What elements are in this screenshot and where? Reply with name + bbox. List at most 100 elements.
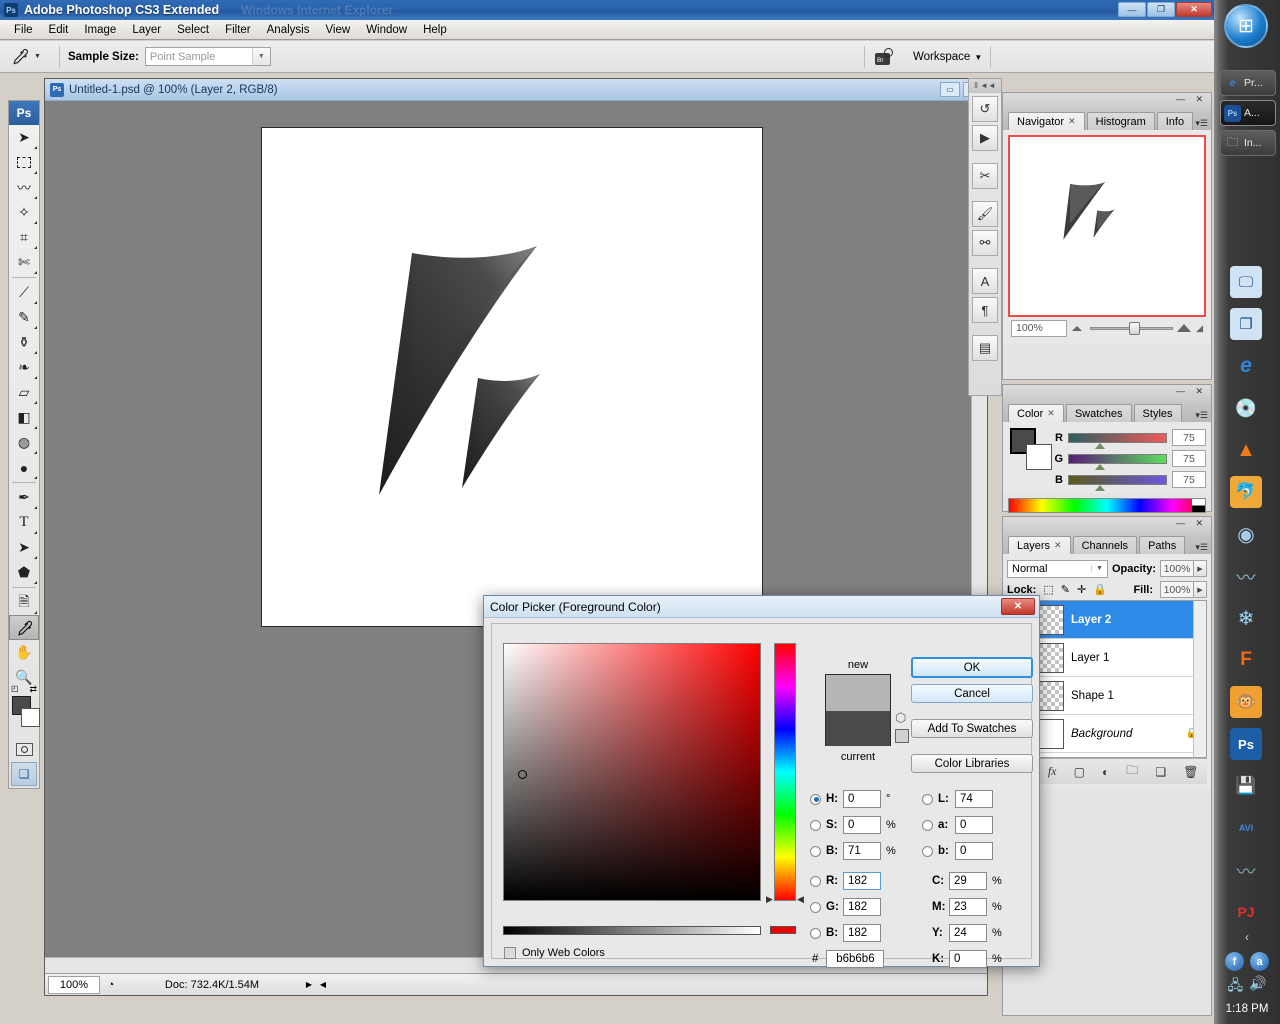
menu-select[interactable]: Select bbox=[169, 22, 217, 38]
blend-mode-select[interactable]: Normal ▼ bbox=[1007, 560, 1108, 578]
hue-input[interactable]: 0 bbox=[843, 790, 881, 808]
start-orb-icon[interactable]: ⊞ bbox=[1224, 4, 1268, 48]
path-selection-tool[interactable]: ➤ bbox=[9, 535, 39, 560]
fill-value[interactable]: 100% bbox=[1160, 581, 1194, 598]
canvas[interactable] bbox=[261, 127, 763, 627]
color-libraries-button[interactable]: Color Libraries bbox=[911, 754, 1033, 773]
tab-styles[interactable]: Styles bbox=[1134, 404, 1182, 422]
only-web-colors-checkbox[interactable] bbox=[504, 947, 516, 959]
lab-b-input[interactable]: 0 bbox=[955, 842, 993, 860]
ok-button[interactable]: OK bbox=[911, 657, 1033, 678]
swap-colors-icon[interactable]: ⇄ bbox=[29, 684, 37, 695]
spectrum-white-black-swatch[interactable] bbox=[1192, 499, 1205, 512]
lab-b-radio[interactable] bbox=[922, 846, 933, 857]
quicklaunch-item[interactable]: Ps bbox=[1227, 726, 1265, 762]
layer-comps-icon[interactable]: ▤ bbox=[972, 335, 998, 361]
tab-channels[interactable]: Channels bbox=[1073, 536, 1137, 554]
opacity-slider-arrow-icon[interactable]: ▶ bbox=[1194, 560, 1207, 577]
color-picker-close-button[interactable]: ✕ bbox=[1001, 598, 1035, 615]
pen-tool[interactable]: ✒ bbox=[9, 485, 39, 510]
layers-scrollbar[interactable] bbox=[1193, 601, 1206, 757]
color-minimize-close-icons[interactable]: — ✕ bbox=[1176, 386, 1207, 397]
menu-view[interactable]: View bbox=[317, 22, 358, 38]
quicklaunch-item[interactable]: ▲ bbox=[1227, 432, 1265, 468]
navigator-thumbnail[interactable] bbox=[1008, 135, 1206, 317]
cmyk-y-input[interactable]: 24 bbox=[949, 924, 987, 942]
close-icon[interactable]: ✕ bbox=[1068, 116, 1076, 127]
quicklaunch-item[interactable]: ❐ bbox=[1227, 306, 1265, 342]
menu-edit[interactable]: Edit bbox=[41, 22, 77, 38]
channel-value-r[interactable]: 75 bbox=[1172, 429, 1206, 446]
new-layer-icon[interactable]: ❏ bbox=[1155, 765, 1166, 779]
rgb-g-input[interactable]: 182 bbox=[843, 898, 881, 916]
color-preview-swatch[interactable] bbox=[825, 674, 891, 746]
workspace-chevron-icon[interactable]: ▼ bbox=[974, 53, 982, 62]
paragraph-icon[interactable]: ¶ bbox=[972, 297, 998, 323]
bridge-icon[interactable]: Br bbox=[873, 47, 899, 67]
tab-layers[interactable]: Layers ✕ bbox=[1008, 536, 1071, 554]
quicklaunch-item[interactable]: F bbox=[1227, 642, 1265, 678]
navigator-minimize-close-icons[interactable]: — ✕ bbox=[1176, 94, 1207, 105]
zoom-out-icon[interactable] bbox=[1072, 326, 1082, 331]
taskbar-button-preview[interactable]: e Pr... bbox=[1220, 70, 1276, 96]
hand-tool[interactable]: ✋ bbox=[9, 640, 39, 665]
healing-brush-tool[interactable]: ⟋ bbox=[9, 280, 39, 305]
taskbar-button-photoshop[interactable]: Ps A... bbox=[1220, 100, 1276, 126]
menu-window[interactable]: Window bbox=[358, 22, 415, 38]
document-info-icon[interactable]: ◔ bbox=[100, 976, 122, 994]
navigator-zoom-field[interactable]: 100% bbox=[1011, 320, 1067, 337]
menu-file[interactable]: File bbox=[6, 22, 41, 38]
cancel-button[interactable]: Cancel bbox=[911, 684, 1033, 703]
zoom-in-icon[interactable] bbox=[1177, 324, 1191, 332]
magic-wand-tool[interactable]: ✧ bbox=[9, 200, 39, 225]
adjustment-layer-icon[interactable]: ◐ bbox=[1102, 765, 1109, 779]
close-icon[interactable]: ✕ bbox=[1054, 540, 1062, 551]
opacity-value[interactable]: 100% bbox=[1160, 560, 1194, 577]
rgb-r-input[interactable]: 182 bbox=[843, 872, 881, 890]
hue-radio[interactable] bbox=[810, 794, 821, 805]
slice-tool[interactable]: ✄ bbox=[9, 250, 39, 275]
marquee-tool[interactable] bbox=[9, 150, 39, 175]
resize-grip-icon[interactable]: ◢ bbox=[1196, 323, 1203, 334]
background-color-swatch[interactable] bbox=[21, 708, 40, 727]
lab-a-input[interactable]: 0 bbox=[955, 816, 993, 834]
only-web-colors-group[interactable]: Only Web Colors bbox=[504, 947, 605, 959]
channel-slider-b[interactable] bbox=[1068, 475, 1167, 485]
rgb-b-input[interactable]: 182 bbox=[843, 924, 881, 942]
taskbar-button-folder[interactable]: 🗀 In... bbox=[1220, 130, 1276, 156]
chevron-down-icon[interactable]: ▼ bbox=[1091, 565, 1107, 572]
channel-value-b[interactable]: 75 bbox=[1172, 471, 1206, 488]
close-button[interactable]: ✕ bbox=[1176, 2, 1212, 17]
actions-icon[interactable]: ▶ bbox=[972, 125, 998, 151]
quicklaunch-item[interactable]: 〰 bbox=[1227, 558, 1265, 594]
cmyk-k-input[interactable]: 0 bbox=[949, 950, 987, 968]
gamut-warning-icon[interactable]: ⬡ bbox=[895, 710, 906, 726]
cmyk-m-input[interactable]: 23 bbox=[949, 898, 987, 916]
volume-icon[interactable]: 🔊 bbox=[1249, 975, 1266, 999]
lasso-tool[interactable]: 〰 bbox=[9, 175, 39, 200]
default-colors-icon[interactable]: ◰ bbox=[11, 684, 19, 693]
status-expand-icon[interactable]: ▶ bbox=[302, 976, 316, 994]
brightness-radio[interactable] bbox=[810, 846, 821, 857]
eraser-tool[interactable]: ▱ bbox=[9, 380, 39, 405]
menu-layer[interactable]: Layer bbox=[124, 22, 169, 38]
document-minimize-button[interactable]: ▭ bbox=[940, 82, 960, 97]
network-icon[interactable]: 🖧 bbox=[1227, 975, 1243, 999]
saturation-brightness-field[interactable] bbox=[503, 643, 761, 901]
tab-color[interactable]: Color ✕ bbox=[1008, 404, 1064, 422]
amazon-icon[interactable]: a bbox=[1250, 952, 1269, 971]
lab-l-radio[interactable] bbox=[922, 794, 933, 805]
zoom-level-field[interactable]: 100% bbox=[48, 976, 100, 994]
chevron-down-icon[interactable]: ▼ bbox=[252, 48, 270, 65]
tab-paths[interactable]: Paths bbox=[1139, 536, 1185, 554]
rgb-g-radio[interactable] bbox=[810, 902, 821, 913]
menu-filter[interactable]: Filter bbox=[217, 22, 259, 38]
quicklaunch-item[interactable]: 🐵 bbox=[1227, 684, 1265, 720]
tool-preset-chevron-icon[interactable]: ▼ bbox=[34, 53, 41, 60]
zoom-slider-knob[interactable] bbox=[1129, 322, 1140, 335]
notes-tool[interactable]: 🗎 bbox=[9, 590, 39, 615]
layer-style-icon[interactable]: fx bbox=[1048, 764, 1057, 779]
taskbar-overflow-chevron-icon[interactable]: ‹ bbox=[1214, 930, 1280, 944]
taskbar-clock[interactable]: 1:18 PM bbox=[1214, 1003, 1280, 1015]
quicklaunch-item[interactable]: 💿 bbox=[1227, 390, 1265, 426]
